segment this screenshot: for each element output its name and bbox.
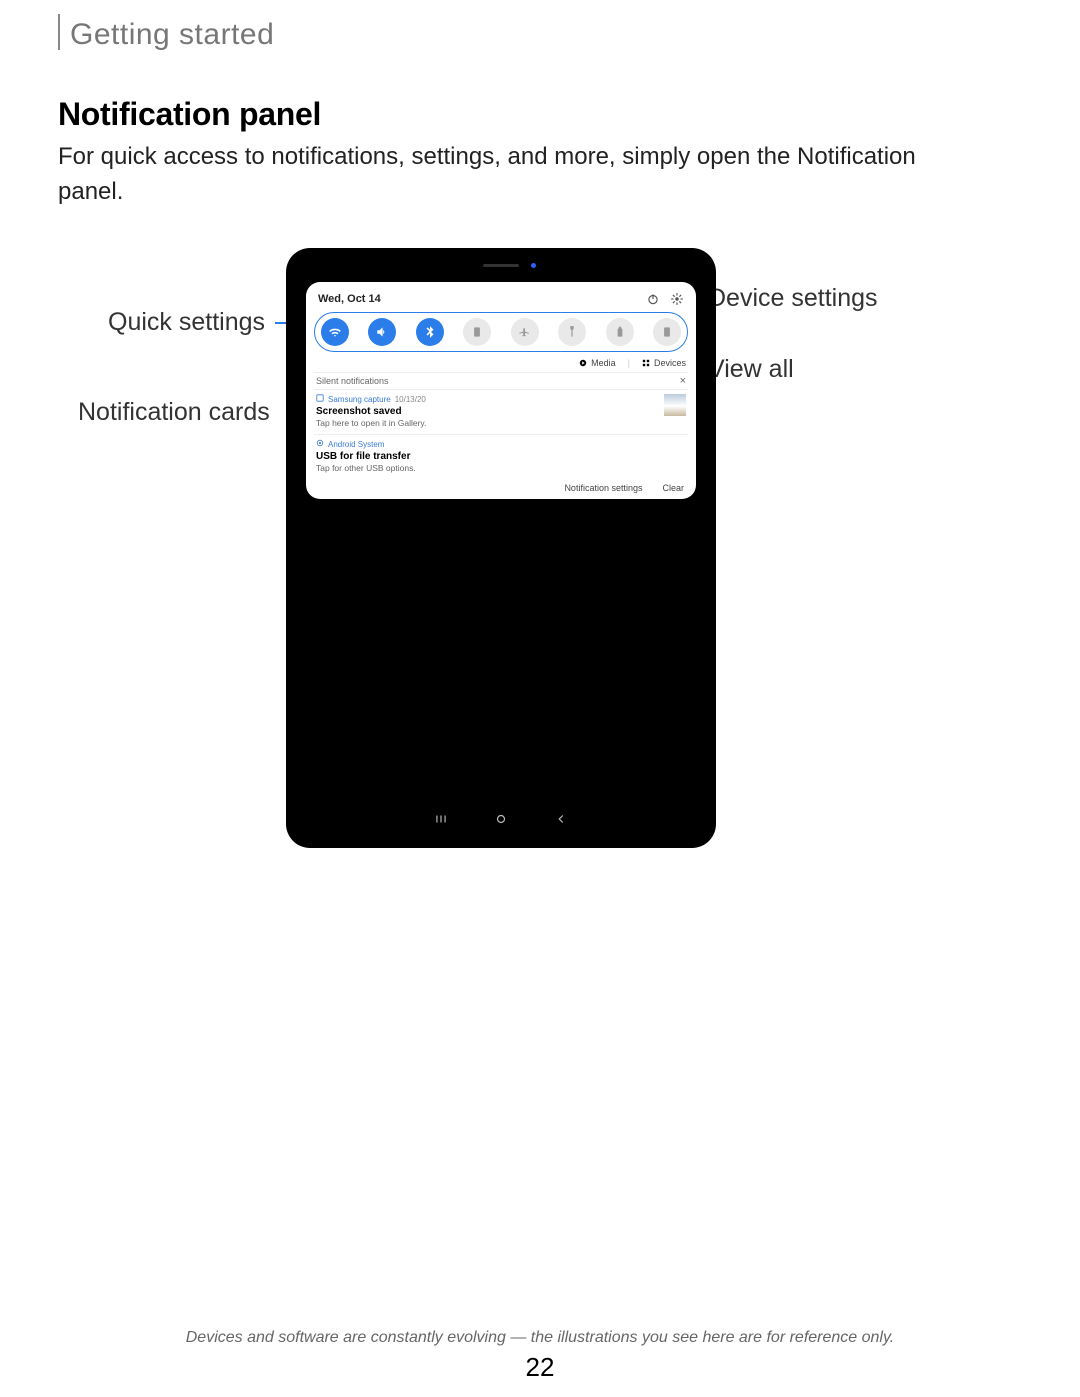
sound-icon[interactable] (368, 318, 396, 346)
mobile-data-icon[interactable] (653, 318, 681, 346)
notification-card[interactable]: Samsung capture 10/13/20 Screenshot save… (314, 389, 688, 434)
header-rule (58, 14, 60, 50)
flashlight-icon[interactable] (558, 318, 586, 346)
notification-title: USB for file transfer (316, 451, 686, 462)
device-illustration: Wed, Oct 14 (286, 248, 716, 848)
media-label: Media (591, 358, 616, 368)
front-camera (531, 263, 536, 268)
devices-button[interactable]: Devices (642, 358, 686, 368)
notification-app: Samsung capture (328, 395, 391, 404)
notification-card[interactable]: Android System USB for file transfer Tap… (314, 434, 688, 479)
screenshot-thumbnail (664, 394, 686, 416)
airplane-icon[interactable] (511, 318, 539, 346)
app-icon (316, 394, 324, 404)
callout-view-all: View all (708, 355, 794, 384)
figure-area: Quick settings Notification cards Device… (58, 248, 1018, 868)
notification-subtitle: Tap here to open it in Gallery. (316, 418, 656, 428)
back-button[interactable] (531, 812, 591, 831)
rotate-icon[interactable] (463, 318, 491, 346)
notification-time: 10/13/20 (395, 395, 426, 404)
quick-settings-capsule (314, 312, 688, 352)
notification-app: Android System (328, 440, 384, 449)
page-number: 22 (0, 1352, 1080, 1383)
media-button[interactable]: Media (579, 358, 616, 368)
grid-icon (642, 359, 650, 367)
recents-button[interactable] (411, 812, 471, 831)
bluetooth-icon[interactable] (416, 318, 444, 346)
play-icon (579, 359, 587, 367)
app-icon (316, 439, 324, 449)
home-button[interactable] (471, 812, 531, 831)
devices-label: Devices (654, 358, 686, 368)
page-heading: Notification panel (58, 96, 321, 133)
navigation-bar (302, 808, 700, 834)
notification-settings-button[interactable]: Notification settings (564, 483, 642, 493)
notification-title: Screenshot saved (316, 406, 656, 417)
clear-button[interactable]: Clear (662, 483, 684, 493)
silent-notifications-header: Silent notifications (316, 376, 389, 386)
callout-quick-settings: Quick settings (108, 308, 265, 337)
power-saving-icon[interactable] (606, 318, 634, 346)
callout-device-settings: Device settings (708, 284, 878, 313)
breadcrumb: Getting started (70, 18, 274, 52)
device-screen: Wed, Oct 14 (302, 276, 700, 802)
shade-date: Wed, Oct 14 (318, 293, 381, 305)
close-icon[interactable]: × (680, 375, 686, 387)
notification-shade: Wed, Oct 14 (306, 282, 696, 499)
wifi-icon[interactable] (321, 318, 349, 346)
gear-icon[interactable] (670, 292, 684, 306)
callout-notification-cards: Notification cards (78, 398, 270, 427)
disclaimer: Devices and software are constantly evol… (0, 1329, 1080, 1347)
power-icon[interactable] (646, 292, 660, 306)
intro-paragraph: For quick access to notifications, setti… (58, 140, 938, 210)
earpiece (483, 264, 519, 267)
notification-subtitle: Tap for other USB options. (316, 463, 686, 473)
